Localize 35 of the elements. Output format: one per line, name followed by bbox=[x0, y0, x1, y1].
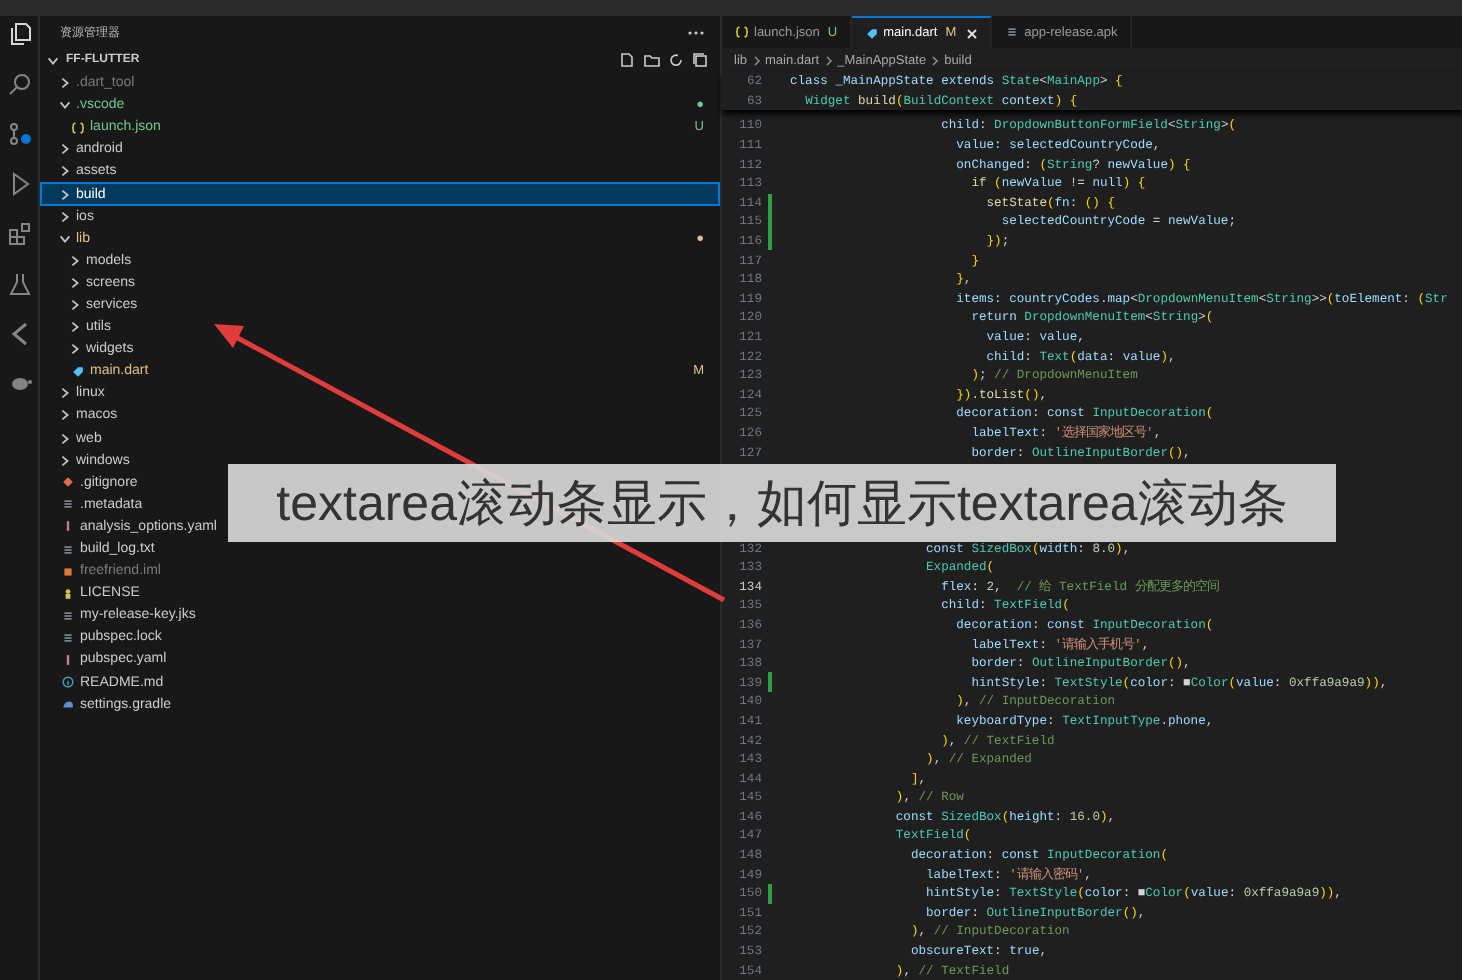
chevron-right-icon bbox=[930, 55, 941, 65]
new-folder-icon[interactable] bbox=[644, 52, 660, 68]
new-file-icon[interactable] bbox=[620, 52, 636, 68]
file-icon bbox=[62, 609, 74, 622]
file-icon bbox=[62, 631, 74, 644]
chevron-down-icon bbox=[46, 53, 60, 67]
search-icon[interactable] bbox=[7, 72, 31, 96]
chevron-down-icon bbox=[58, 98, 72, 113]
file-icon bbox=[62, 587, 74, 600]
chevron-left-icon[interactable] bbox=[7, 322, 31, 346]
flask-icon[interactable] bbox=[7, 272, 31, 296]
refresh-icon[interactable] bbox=[668, 52, 684, 68]
file-icon bbox=[72, 121, 84, 134]
file-icon bbox=[62, 498, 74, 511]
file-icon bbox=[1006, 26, 1019, 38]
close-icon[interactable] bbox=[966, 27, 979, 39]
extensions-icon[interactable] bbox=[7, 222, 31, 246]
more-icon[interactable] bbox=[688, 29, 704, 35]
play-icon[interactable] bbox=[7, 172, 31, 196]
file-icon bbox=[72, 365, 84, 378]
branch-icon[interactable] bbox=[7, 122, 31, 146]
file-icon bbox=[865, 27, 878, 39]
chevron-right-icon bbox=[751, 55, 762, 65]
file-icon bbox=[62, 565, 74, 578]
file-icon bbox=[62, 676, 74, 689]
file-icon bbox=[736, 26, 748, 38]
chevron-right-icon bbox=[823, 55, 834, 65]
file-icon bbox=[62, 698, 74, 711]
caption-banner: textarea滚动条显示，如何显示textarea滚动条 bbox=[228, 464, 1336, 542]
chevron-down-icon bbox=[58, 231, 72, 246]
chevron-right-icon bbox=[58, 76, 72, 91]
collapse-icon[interactable] bbox=[692, 52, 708, 68]
file-icon bbox=[62, 476, 74, 489]
file-icon bbox=[62, 543, 74, 556]
files-icon[interactable] bbox=[7, 22, 31, 46]
